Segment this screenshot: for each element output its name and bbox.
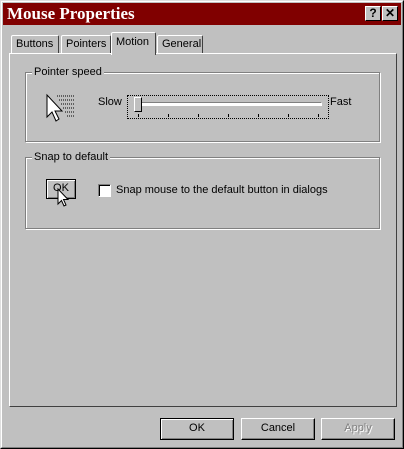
mouse-properties-window: Mouse Properties ? ✕ Buttons Pointers Mo…	[0, 0, 404, 449]
window-title: Mouse Properties	[7, 4, 135, 23]
close-button[interactable]: ✕	[382, 6, 398, 21]
ok-button-label: OK	[189, 422, 205, 434]
title-bar[interactable]: Mouse Properties ? ✕	[3, 3, 401, 25]
apply-button: Apply	[321, 418, 395, 440]
tab-general[interactable]: General	[157, 35, 203, 53]
help-button[interactable]: ?	[365, 6, 381, 21]
apply-button-label: Apply	[344, 422, 372, 434]
motion-tab-panel	[9, 53, 397, 407]
tab-pointers[interactable]: Pointers	[61, 35, 111, 53]
cancel-button[interactable]: Cancel	[241, 418, 315, 440]
tab-buttons[interactable]: Buttons	[11, 35, 59, 53]
cancel-button-label: Cancel	[260, 422, 296, 434]
ok-button[interactable]: OK	[160, 418, 234, 440]
tab-motion[interactable]: Motion	[111, 32, 156, 55]
